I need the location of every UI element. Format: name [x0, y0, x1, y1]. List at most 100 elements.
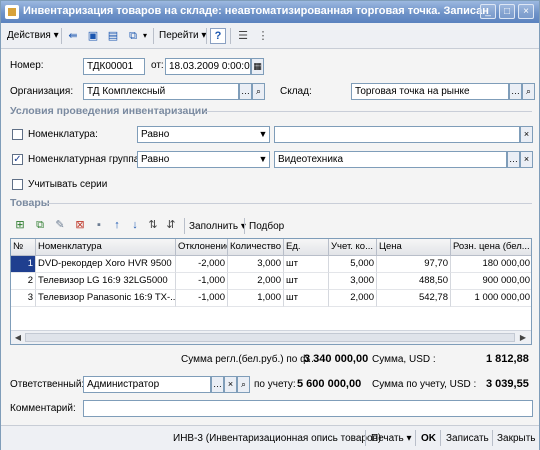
tree-icon[interactable]: ⋮ — [255, 28, 271, 44]
warehouse-select-button[interactable]: … — [509, 83, 522, 100]
nomenclature-group-checkbox[interactable]: ✓ — [12, 154, 23, 165]
save-icon[interactable]: ▤ — [105, 28, 121, 44]
fill-menu[interactable]: Заполнить ▾ — [189, 218, 246, 236]
structure-icon[interactable]: ⧉ — [125, 28, 141, 44]
accounting-quantity-cell[interactable]: 5,000 — [329, 256, 377, 273]
calendar-icon[interactable]: ▦ — [251, 58, 264, 75]
row-number-cell[interactable]: 3 — [11, 290, 36, 307]
responsible-select-button[interactable]: … — [211, 376, 224, 393]
number-label: Номер: — [10, 60, 44, 71]
date-field[interactable]: 18.03.2009 0:00:00 — [165, 58, 251, 75]
unit-cell[interactable]: шт — [284, 290, 329, 307]
column-header[interactable]: Количество — [228, 239, 284, 256]
price-cell[interactable]: 97,70 — [377, 256, 451, 273]
move-up-icon[interactable]: ↑ — [109, 217, 125, 233]
price-cell[interactable]: 488,50 — [377, 273, 451, 290]
title-bar: Инвентаризация товаров на складе: неавто… — [1, 1, 539, 23]
add-row-icon[interactable]: ⊞ — [12, 217, 28, 233]
ok-button[interactable]: OK — [421, 431, 436, 447]
retail-price-cell[interactable]: 1 000 000,00 — [451, 290, 531, 307]
clear-icon[interactable]: × — [520, 126, 533, 143]
column-header[interactable]: Ед. — [284, 239, 329, 256]
warehouse-open-icon[interactable]: ⌕ — [522, 83, 535, 100]
goto-menu[interactable]: Перейти ▾ — [159, 27, 206, 45]
copy-row-icon[interactable]: ⧉ — [32, 217, 48, 233]
selection-button[interactable]: Подбор — [249, 218, 284, 236]
list-icon[interactable]: ☰ — [235, 28, 251, 44]
accounting-value: 5 600 000,00 — [297, 378, 362, 390]
sum-usd-label: Сумма, USD : — [372, 354, 436, 365]
copy-icon[interactable]: ▣ — [85, 28, 101, 44]
arrow-left-icon[interactable]: ⇚ — [65, 28, 81, 44]
organization-select-button[interactable]: … — [239, 83, 252, 100]
clear-icon[interactable]: × — [520, 151, 533, 168]
organization-open-icon[interactable]: ⌕ — [252, 83, 265, 100]
quantity-cell[interactable]: 1,000 — [228, 290, 284, 307]
organization-field[interactable]: ТД Комплексный — [83, 83, 239, 100]
delete-row-icon[interactable]: ⊠ — [72, 217, 88, 233]
column-header[interactable]: Учет. ко... — [329, 239, 377, 256]
nomenclature-checkbox[interactable] — [12, 129, 23, 140]
inv3-print-button[interactable]: ИНВ-3 (Инвентаризационная опись товаров) — [173, 431, 381, 447]
actions-menu[interactable]: Действия ▾ — [7, 27, 59, 45]
nomenclature-group-operator-select[interactable]: Равно — [137, 151, 259, 168]
document-window: Инвентаризация товаров на складе: неавто… — [0, 0, 540, 450]
goods-table[interactable]: № Номенклатура Отклонение Количество Ед.… — [10, 238, 532, 345]
unit-cell[interactable]: шт — [284, 256, 329, 273]
edit-row-icon[interactable]: ✎ — [52, 217, 68, 233]
retail-price-cell[interactable]: 180 000,00 — [451, 256, 531, 273]
quantity-cell[interactable]: 3,000 — [228, 256, 284, 273]
deviation-cell[interactable]: -1,000 — [176, 290, 228, 307]
nomenclature-cell[interactable]: Телевизор LG 16:9 32LG5000 — [36, 273, 176, 290]
deviation-cell[interactable]: -2,000 — [176, 256, 228, 273]
number-field[interactable]: ТДК00001 — [83, 58, 145, 75]
quantity-cell[interactable]: 2,000 — [228, 273, 284, 290]
price-cell[interactable]: 542,78 — [377, 290, 451, 307]
responsible-field[interactable]: Администратор — [83, 376, 211, 393]
close-window-button[interactable]: × — [518, 4, 534, 19]
column-header[interactable]: Розн. цена (бел... — [451, 239, 531, 256]
sort-asc-icon[interactable]: ⇅ — [145, 217, 161, 233]
column-header[interactable]: Отклонение — [176, 239, 228, 256]
end-edit-icon[interactable]: ▪ — [91, 217, 107, 233]
minimize-button[interactable]: _ — [480, 4, 496, 19]
warehouse-field[interactable]: Торговая точка на рынке — [351, 83, 509, 100]
nomenclature-cell[interactable]: DVD-рекордер Xoro HVR 9500 — [36, 256, 176, 273]
nomenclature-cell[interactable]: Телевизор Panasonic 16:9 TX-... — [36, 290, 176, 307]
close-button[interactable]: Закрыть — [497, 431, 536, 447]
row-number-cell[interactable]: 1 — [11, 256, 36, 273]
unit-cell[interactable]: шт — [284, 273, 329, 290]
accounting-quantity-cell[interactable]: 2,000 — [329, 290, 377, 307]
row-number-cell[interactable]: 2 — [11, 273, 36, 290]
column-header[interactable]: Цена — [377, 239, 451, 256]
sort-desc-icon[interactable]: ⇵ — [163, 217, 179, 233]
nomenclature-group-value-field[interactable]: Видеотехника — [274, 151, 507, 168]
column-header[interactable]: Номенклатура — [36, 239, 176, 256]
accounting-quantity-cell[interactable]: 3,000 — [329, 273, 377, 290]
nomenclature-group-select-button[interactable]: … — [507, 151, 520, 168]
deviation-cell[interactable]: -1,000 — [176, 273, 228, 290]
responsible-open-icon[interactable]: ⌕ — [237, 376, 250, 393]
help-button[interactable]: ? — [210, 28, 226, 44]
clear-icon[interactable]: × — [224, 376, 237, 393]
scrollbar-thumb[interactable] — [25, 333, 515, 342]
horizontal-scrollbar[interactable]: ◀ ▶ — [11, 330, 531, 344]
structure-dropdown[interactable]: ▾ — [143, 27, 147, 45]
comment-field[interactable] — [83, 400, 533, 417]
responsible-label: Ответственный: — [10, 379, 85, 390]
record-button[interactable]: Записать — [446, 431, 489, 447]
nomenclature-value-field[interactable] — [274, 126, 520, 143]
move-down-icon[interactable]: ↓ — [127, 217, 143, 233]
chevron-down-icon[interactable]: ▼ — [257, 151, 270, 168]
scroll-right-icon[interactable]: ▶ — [517, 332, 529, 343]
nomenclature-filter-label: Номенклатура: — [28, 129, 98, 140]
maximize-button[interactable]: □ — [499, 4, 515, 19]
column-header[interactable]: № — [11, 239, 36, 256]
print-menu[interactable]: Печать ▾ — [371, 431, 412, 447]
scroll-left-icon[interactable]: ◀ — [12, 332, 24, 343]
nomenclature-operator-select[interactable]: Равно — [137, 126, 259, 143]
sum-label: Сумма регл.(бел.руб.) по ф... — [181, 354, 317, 365]
chevron-down-icon[interactable]: ▼ — [257, 126, 270, 143]
series-checkbox[interactable] — [12, 179, 23, 190]
retail-price-cell[interactable]: 900 000,00 — [451, 273, 531, 290]
